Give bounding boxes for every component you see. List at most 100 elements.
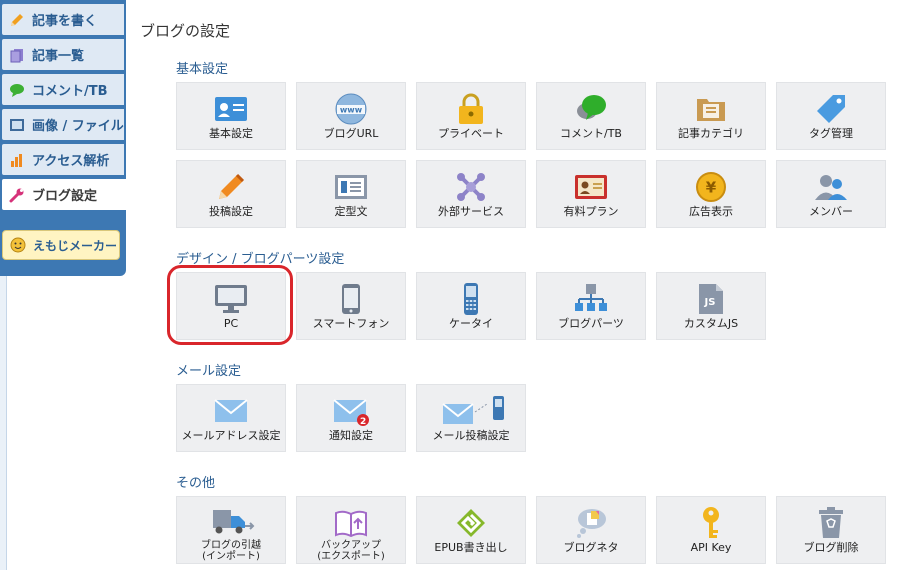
tile-label-line1: ブログの引越 xyxy=(201,540,261,551)
highlight-ring xyxy=(167,265,293,345)
sidebar-item-label: アクセス解析 xyxy=(32,154,110,169)
tile-label: メール投稿設定 xyxy=(432,429,510,442)
blog-parts-icon xyxy=(573,282,609,316)
emoji-face-icon xyxy=(9,237,27,253)
tile-comment-tb[interactable]: コメント/TB xyxy=(536,82,646,150)
moving-truck-icon xyxy=(206,506,256,540)
section-title-mail: メール設定 xyxy=(176,364,242,379)
users-icon xyxy=(813,170,849,204)
section-title-other: その他 xyxy=(176,476,216,491)
sidebar-item-label: 画像 / ファイル xyxy=(32,119,124,134)
tile-label: メールアドレス設定 xyxy=(181,429,281,442)
tile-mail-address[interactable]: メールアドレス設定 xyxy=(176,384,286,452)
lock-icon xyxy=(453,92,489,126)
tile-label: 基本設定 xyxy=(209,127,253,140)
tile-blog-neta[interactable]: ブログネタ xyxy=(536,496,646,564)
sidebar: 記事を書く 記事一覧 コメント/TB 画像 / ファイル アクセス解析 ブログ設… xyxy=(0,0,126,276)
id-card-icon xyxy=(213,92,249,126)
tile-label: スマートフォン xyxy=(312,317,390,330)
tile-blog-url[interactable]: www ブログURL xyxy=(296,82,406,150)
image-icon xyxy=(8,117,26,133)
key-icon xyxy=(693,506,729,540)
tile-label: 外部サービス xyxy=(438,205,504,218)
notification-badge: 2 xyxy=(360,417,367,427)
tile-label: 記事カテゴリ xyxy=(678,127,744,140)
tile-custom-js[interactable]: JS カスタムJS xyxy=(656,272,766,340)
svg-text:¥: ¥ xyxy=(706,179,717,197)
globe-www-icon: www xyxy=(333,92,369,126)
envelope-icon xyxy=(213,394,249,428)
tile-label: API Key xyxy=(690,541,732,554)
sidebar-item-post-list[interactable]: 記事一覧 xyxy=(2,39,124,70)
tile-label: タグ管理 xyxy=(809,127,853,140)
epub-icon xyxy=(453,506,489,540)
tile-blog-import[interactable]: ブログの引越 (インポート) xyxy=(176,496,286,564)
tile-mail-post-settings[interactable]: メール投稿設定 xyxy=(416,384,526,452)
tile-template-text[interactable]: 定型文 xyxy=(296,160,406,228)
tile-ad-display[interactable]: ¥ 広告表示 xyxy=(656,160,766,228)
tile-label: メンバー xyxy=(809,205,853,218)
tile-external-services[interactable]: 外部サービス xyxy=(416,160,526,228)
tile-label-line2: (エクスポート) xyxy=(317,551,385,562)
tile-label: ブログネタ xyxy=(563,541,619,554)
tile-label: ブログ削除 xyxy=(803,541,859,554)
trash-icon xyxy=(813,506,849,540)
tile-delete-blog[interactable]: ブログ削除 xyxy=(776,496,886,564)
tile-smartphone[interactable]: スマートフォン xyxy=(296,272,406,340)
tile-label: プライベート xyxy=(438,127,504,140)
tile-label-line1: バックアップ xyxy=(321,540,381,551)
tile-paid-plan[interactable]: 有料プラン xyxy=(536,160,646,228)
document-icon xyxy=(8,47,26,63)
sidebar-item-images[interactable]: 画像 / ファイル xyxy=(2,109,124,140)
tile-label: 定型文 xyxy=(334,205,368,218)
sidebar-item-write-post[interactable]: 記事を書く xyxy=(2,4,124,35)
tile-tag-management[interactable]: タグ管理 xyxy=(776,82,886,150)
tile-notification-settings[interactable]: 2 通知設定 xyxy=(296,384,406,452)
page-title: ブログの設定 xyxy=(140,22,231,40)
tile-label: 通知設定 xyxy=(329,429,373,442)
tile-label: コメント/TB xyxy=(560,127,622,140)
tile-label: ブログURL xyxy=(323,127,379,140)
premium-card-icon xyxy=(573,170,609,204)
pencil-icon xyxy=(8,12,26,28)
feature-phone-icon xyxy=(453,282,489,316)
template-text-icon xyxy=(333,170,369,204)
tile-label: ケータイ xyxy=(449,317,493,330)
smartphone-icon xyxy=(333,282,369,316)
comment-icon xyxy=(8,82,26,98)
emoji-maker-button[interactable]: えもじメーカー xyxy=(2,230,120,260)
tile-blog-parts[interactable]: ブログパーツ xyxy=(536,272,646,340)
emoji-maker-label: えもじメーカー xyxy=(33,238,118,253)
tile-feature-phone[interactable]: ケータイ xyxy=(416,272,526,340)
tile-label: ブログパーツ xyxy=(558,317,624,330)
sidebar-item-label: ブログ設定 xyxy=(32,189,98,204)
tile-label: カスタムJS xyxy=(683,317,739,330)
tile-label: 有料プラン xyxy=(563,205,619,218)
tile-api-key[interactable]: API Key xyxy=(656,496,766,564)
tile-label-line2: (インポート) xyxy=(202,551,260,562)
external-services-icon xyxy=(453,170,489,204)
tile-basic-settings[interactable]: 基本設定 xyxy=(176,82,286,150)
tile-post-category[interactable]: 記事カテゴリ xyxy=(656,82,766,150)
sidebar-item-blog-settings[interactable]: ブログ設定 xyxy=(2,179,126,210)
tile-label: 投稿設定 xyxy=(209,205,253,218)
svg-text:JS: JS xyxy=(704,297,716,308)
js-file-icon: JS xyxy=(693,282,729,316)
comment-bubbles-icon xyxy=(573,92,609,126)
mail-to-phone-icon xyxy=(431,394,511,428)
tile-label: 広告表示 xyxy=(689,205,733,218)
sidebar-item-label: 記事一覧 xyxy=(32,49,85,64)
tag-icon xyxy=(813,92,849,126)
folder-icon xyxy=(693,92,729,126)
sidebar-item-comments[interactable]: コメント/TB xyxy=(2,74,124,105)
sidebar-item-label: 記事を書く xyxy=(32,14,98,29)
svg-text:www: www xyxy=(340,106,363,115)
tile-post-settings[interactable]: 投稿設定 xyxy=(176,160,286,228)
bar-chart-icon xyxy=(8,152,26,168)
tile-epub-export[interactable]: EPUB書き出し xyxy=(416,496,526,564)
tile-blog-backup[interactable]: バックアップ (エクスポート) xyxy=(296,496,406,564)
envelope-badge-icon: 2 xyxy=(333,394,369,428)
tile-members[interactable]: メンバー xyxy=(776,160,886,228)
sidebar-item-analytics[interactable]: アクセス解析 xyxy=(2,144,124,175)
tile-private[interactable]: プライベート xyxy=(416,82,526,150)
